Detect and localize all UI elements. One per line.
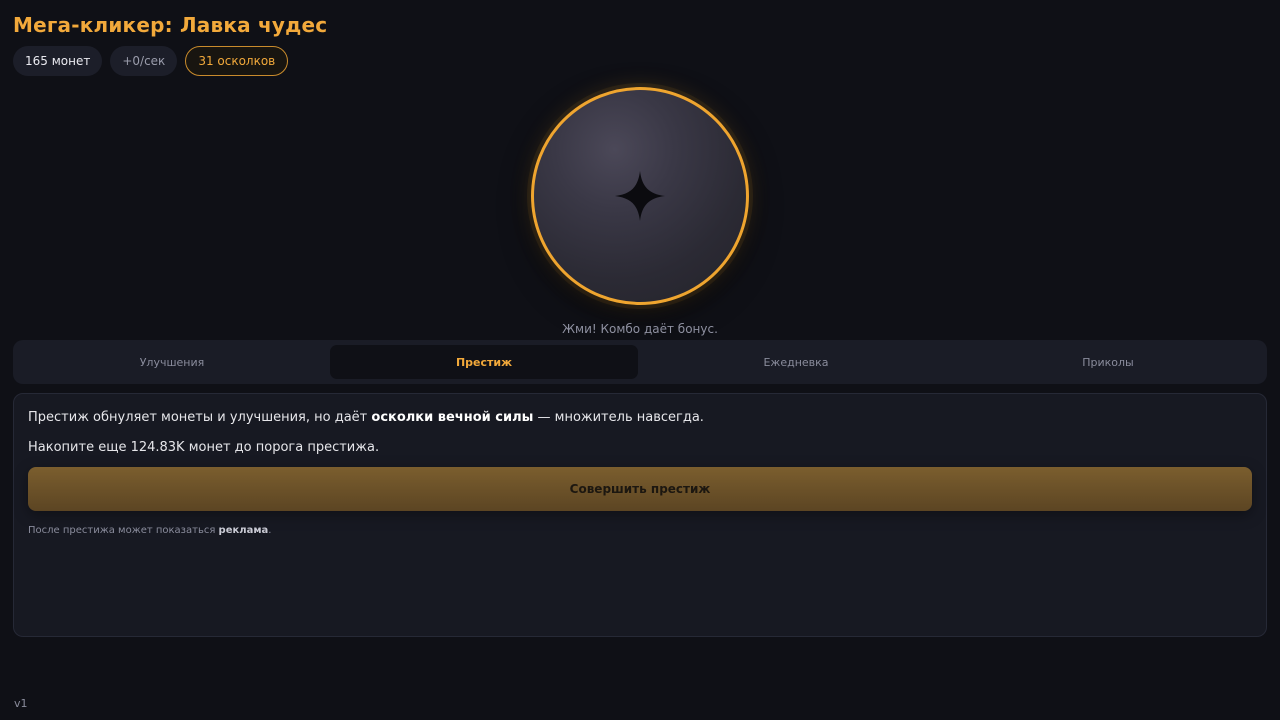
- tab-fun[interactable]: Приколы: [954, 345, 1262, 379]
- coins-counter: 165 монет: [13, 46, 103, 76]
- tab-bar: Улучшения Престиж Ежедневка Приколы: [13, 340, 1267, 384]
- combo-hint: Жми! Комбо даёт бонус.: [562, 322, 718, 336]
- prestige-desc-text: Престиж обнуляет монеты и улучшения, но …: [28, 410, 372, 425]
- ad-notice-text: После престижа может показаться: [28, 525, 219, 536]
- ad-notice: После престижа может показаться реклама.: [28, 525, 1252, 536]
- prestige-panel: Престиж обнуляет монеты и улучшения, но …: [13, 393, 1267, 637]
- tab-daily[interactable]: Ежедневка: [642, 345, 950, 379]
- ad-notice-tail: .: [268, 525, 272, 536]
- prestige-threshold-text: Накопите еще 124.83K монет до порога пре…: [28, 440, 380, 455]
- prestige-desc-highlight: осколки вечной силы: [371, 410, 534, 425]
- four-point-star-icon: [615, 171, 665, 221]
- prestige-desc-tail: — множитель навсегда.: [533, 410, 704, 425]
- app-root: Мега-кликер: Лавка чудес 165 монет +0/се…: [0, 0, 1280, 720]
- version-label: v1: [14, 697, 28, 710]
- shards-counter: 31 осколков: [185, 46, 289, 76]
- page-title: Мега-кликер: Лавка чудес: [13, 13, 328, 37]
- ad-notice-highlight: реклама: [218, 525, 269, 536]
- click-button[interactable]: [531, 87, 749, 305]
- prestige-description: Престиж обнуляет монеты и улучшения, но …: [28, 410, 1252, 425]
- tab-prestige[interactable]: Престиж: [330, 345, 638, 379]
- click-target-area: [531, 87, 749, 305]
- stats-bar: 165 монет +0/сек 31 осколков: [13, 46, 289, 76]
- income-rate: +0/сек: [110, 46, 178, 76]
- prestige-button[interactable]: Совершить престиж: [28, 467, 1252, 511]
- tab-upgrades[interactable]: Улучшения: [18, 345, 326, 379]
